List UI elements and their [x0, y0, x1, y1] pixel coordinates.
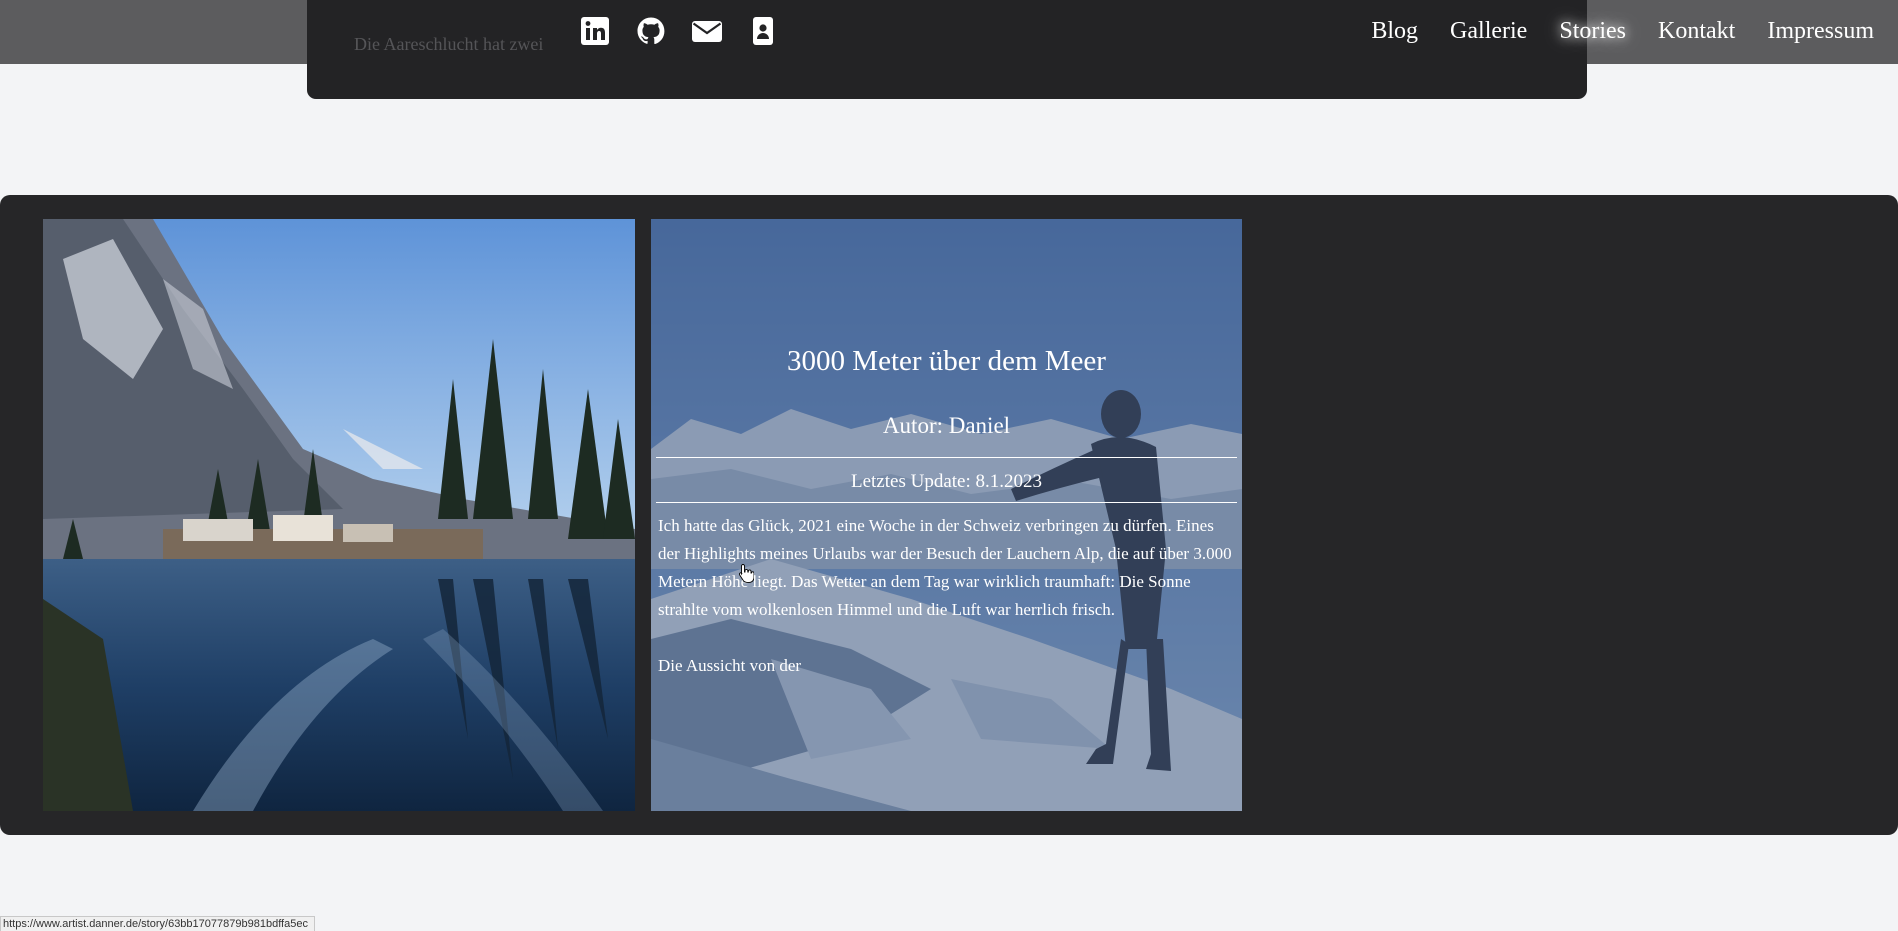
- story-paragraph: Die Aussicht von der: [658, 656, 802, 675]
- nav-kontakt[interactable]: Kontakt: [1658, 18, 1735, 45]
- mail-icon[interactable]: [692, 16, 722, 46]
- main-navigation: Blog Gallerie Stories Kontakt Impressum: [1371, 18, 1874, 45]
- story-author: Autor: Daniel: [882, 413, 1011, 438]
- nav-impressum[interactable]: Impressum: [1767, 18, 1874, 45]
- github-icon[interactable]: [636, 16, 666, 46]
- hand-cursor-icon: [738, 564, 754, 583]
- header-teaser-text: Die Aareschlucht hat zwei: [354, 34, 544, 54]
- linkedin-icon[interactable]: [580, 16, 610, 46]
- story-card-content: 3000 Meter über dem Meer Autor: Daniel L…: [651, 219, 1242, 811]
- story-last-update: Letztes Update: 8.1.2023: [850, 471, 1042, 492]
- status-bar-url: https://www.artist.danner.de/story/63bb1…: [0, 916, 315, 931]
- nav-gallerie[interactable]: Gallerie: [1450, 18, 1527, 45]
- divider-top: [656, 457, 1237, 458]
- story-section: 3000 Meter über dem Meer Autor: Daniel L…: [0, 195, 1898, 835]
- story-excerpt: Ich hatte das Glück, 2021 eine Woche in …: [658, 512, 1238, 708]
- contact-card-icon[interactable]: [748, 16, 778, 46]
- nav-blog[interactable]: Blog: [1371, 18, 1418, 45]
- divider-bottom: [656, 502, 1237, 503]
- story-title: 3000 Meter über dem Meer: [787, 345, 1106, 377]
- nav-stories[interactable]: Stories: [1559, 18, 1626, 45]
- lake-photo[interactable]: [43, 219, 635, 811]
- social-links: [580, 16, 778, 46]
- story-card[interactable]: 3000 Meter über dem Meer Autor: Daniel L…: [651, 219, 1242, 811]
